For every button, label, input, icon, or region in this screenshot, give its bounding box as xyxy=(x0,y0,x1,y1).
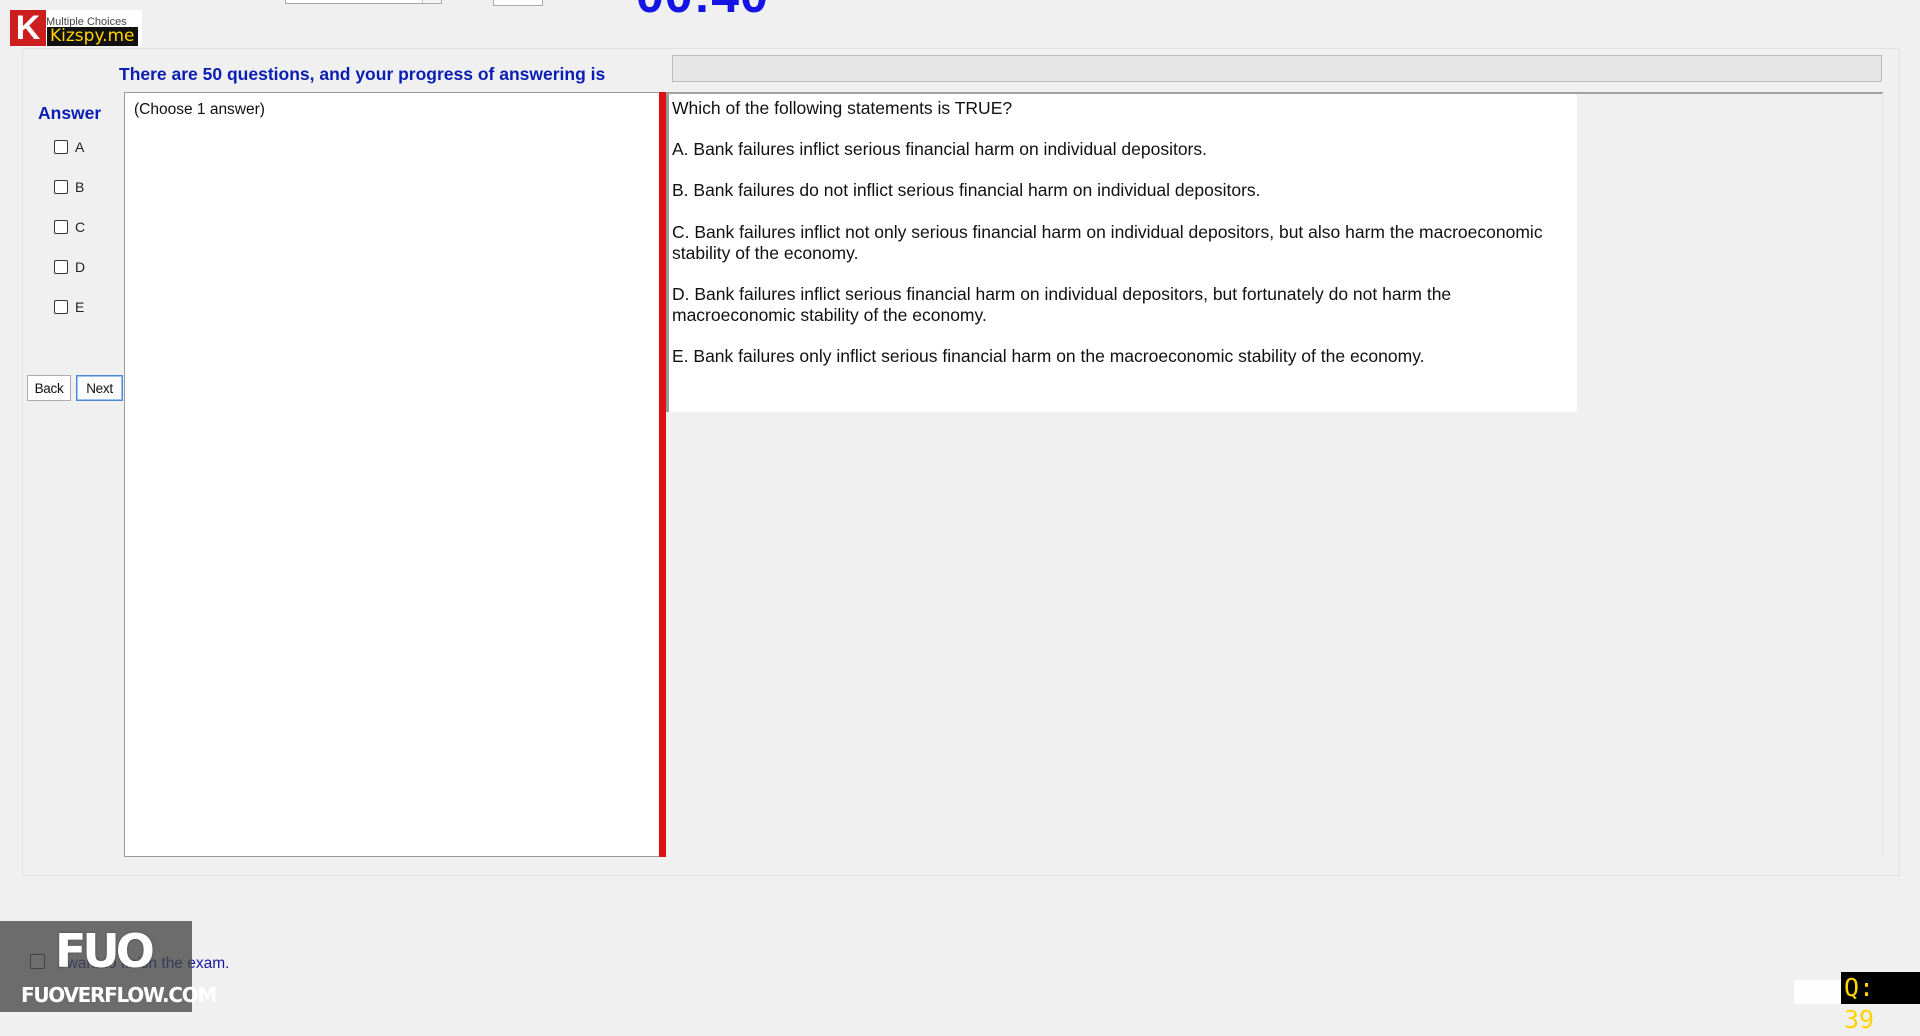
option-d-checkbox[interactable]: D xyxy=(54,256,85,278)
option-label: A xyxy=(75,139,85,155)
kizspy-watermark: Multiple Choices K Kizspy.me xyxy=(10,10,142,46)
checkbox-box[interactable] xyxy=(54,260,68,274)
option-label: C xyxy=(75,219,86,235)
kizspy-logo-icon: K xyxy=(10,10,46,46)
checkbox-box[interactable] xyxy=(54,180,68,194)
exam-timer: 00:40 xyxy=(636,0,769,24)
kizspy-site-label: Kizspy.me xyxy=(47,27,138,46)
choice-c-text: C. Bank failures inflict not only seriou… xyxy=(672,222,1543,263)
option-e-checkbox[interactable]: E xyxy=(54,296,84,318)
panel-splitter[interactable] xyxy=(659,92,666,857)
answer-hint: (Choose 1 answer) xyxy=(134,101,265,118)
progress-bar xyxy=(672,55,1882,82)
question-stem: Which of the following statements is TRU… xyxy=(672,98,1013,118)
checkbox-box[interactable] xyxy=(54,140,68,154)
choice-a-text: A. Bank failures inflict serious financi… xyxy=(672,139,1207,159)
progress-label: There are 50 questions, and your progres… xyxy=(119,64,606,84)
back-button[interactable]: Back xyxy=(27,375,71,401)
fuo-logo-icon: FUO xyxy=(55,924,155,978)
next-button[interactable]: Next xyxy=(76,375,123,401)
answer-area[interactable] xyxy=(124,92,660,857)
checkbox-box[interactable] xyxy=(54,220,68,234)
question-counter: Q: 39 xyxy=(1841,972,1920,1034)
option-b-checkbox[interactable]: B xyxy=(54,176,84,198)
top-small-field[interactable] xyxy=(493,0,543,6)
top-combo-box[interactable] xyxy=(285,0,442,4)
choice-e-text: E. Bank failures only inflict serious fi… xyxy=(672,346,1425,366)
option-c-checkbox[interactable]: C xyxy=(54,216,85,238)
option-label: B xyxy=(75,179,85,195)
choice-b-text: B. Bank failures do not inflict serious … xyxy=(672,180,1261,200)
combo-dropdown-button[interactable] xyxy=(422,0,441,3)
option-label: E xyxy=(75,299,85,315)
choice-d-text: D. Bank failures inflict serious financi… xyxy=(672,284,1452,325)
counter-backdrop xyxy=(1794,980,1842,1004)
answer-heading: Answer xyxy=(38,103,102,123)
option-label: D xyxy=(75,259,86,275)
option-a-checkbox[interactable]: A xyxy=(54,136,84,158)
checkbox-box[interactable] xyxy=(54,300,68,314)
fuoverflow-site-label: FUOVERFLOW.COM xyxy=(21,983,217,1007)
